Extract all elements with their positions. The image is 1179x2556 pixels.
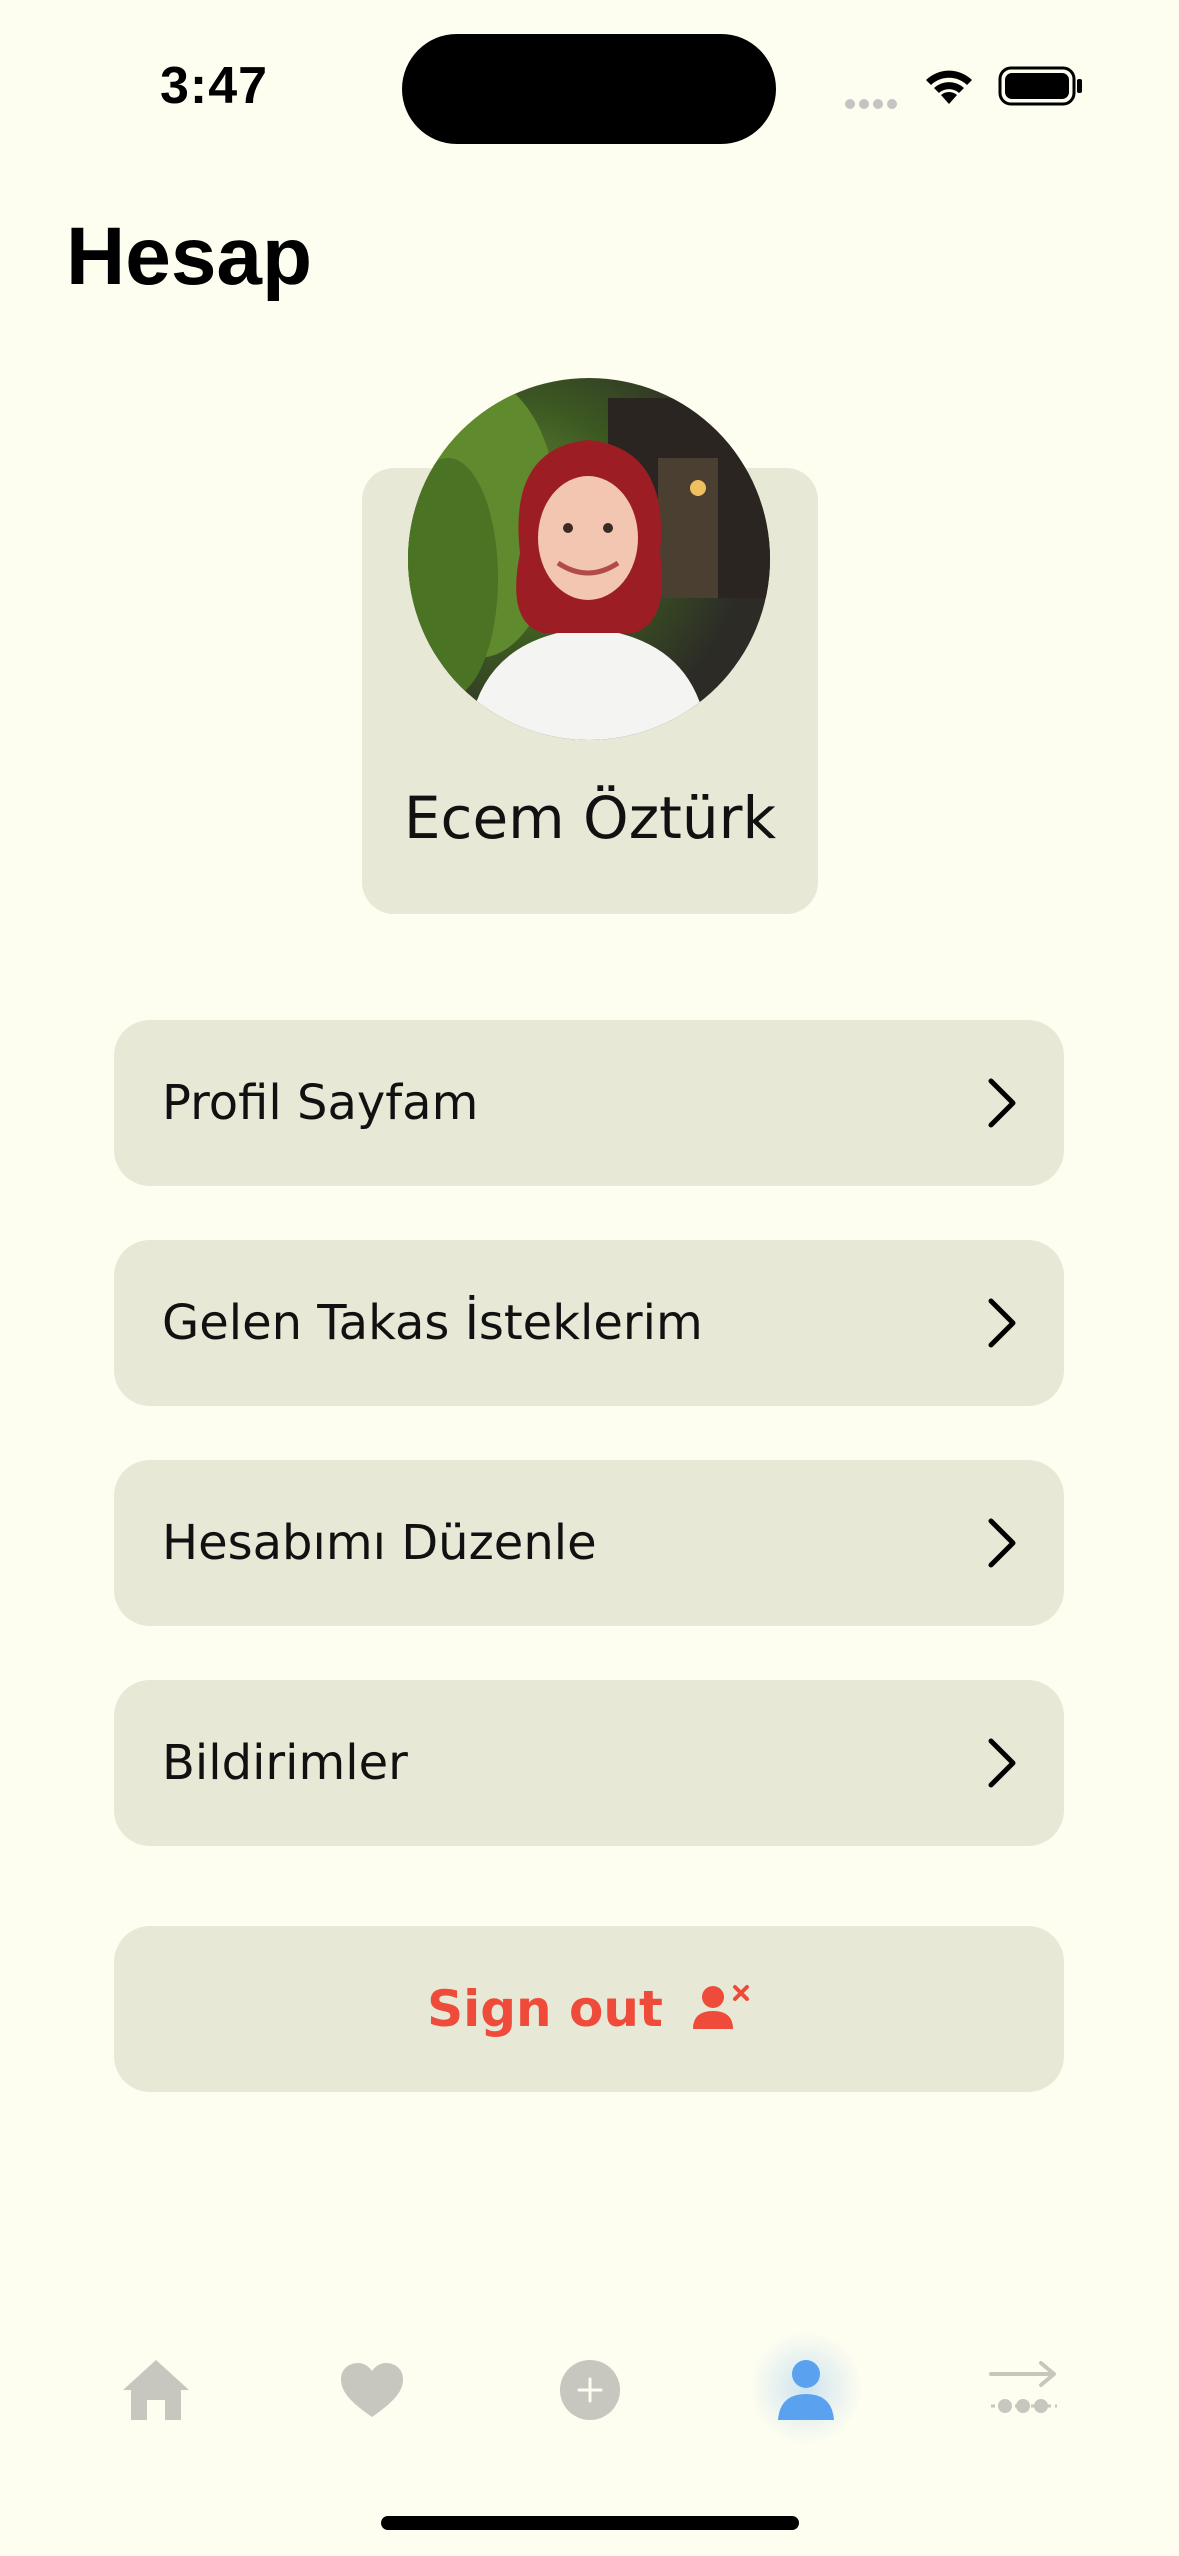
menu-item-label: Bildirimler [162, 1735, 408, 1791]
home-indicator [381, 2516, 799, 2530]
sign-out-button[interactable]: Sign out [114, 1926, 1064, 2092]
battery-icon [998, 66, 1084, 110]
page-title: Hesap [66, 211, 313, 302]
sign-out-label: Sign out [427, 1980, 663, 2038]
chevron-right-icon [986, 1517, 1018, 1569]
dynamic-island [402, 34, 776, 144]
tab-favorites[interactable] [332, 2352, 412, 2432]
menu-item-notifications[interactable]: Bildirimler [114, 1680, 1064, 1846]
menu-item-label: Hesabımı Düzenle [162, 1515, 597, 1571]
menu-item-label: Gelen Takas İsteklerim [162, 1295, 703, 1351]
profile-name: Ecem Öztürk [403, 784, 777, 852]
chevron-right-icon [986, 1297, 1018, 1349]
status-time: 3:47 [160, 57, 269, 115]
remove-user-icon [691, 1983, 751, 2035]
home-icon [121, 2358, 191, 2426]
wifi-icon [922, 64, 976, 110]
menu-item-label: Profil Sayfam [162, 1075, 479, 1131]
chevron-right-icon [986, 1737, 1018, 1789]
person-icon [776, 2358, 836, 2426]
menu-item-profile-page[interactable]: Profil Sayfam [114, 1020, 1064, 1186]
menu-item-incoming-swap-requests[interactable]: Gelen Takas İsteklerim [114, 1240, 1064, 1406]
avatar[interactable] [408, 378, 770, 740]
cellular-signal-icon [845, 94, 901, 113]
avatar-photo [408, 378, 770, 740]
tab-account[interactable] [766, 2352, 846, 2432]
tab-add[interactable] [550, 2352, 630, 2432]
menu-item-edit-account[interactable]: Hesabımı Düzenle [114, 1460, 1064, 1626]
swap-icon [989, 2360, 1059, 2424]
heart-icon [339, 2361, 405, 2423]
add-icon [559, 2359, 621, 2425]
chevron-right-icon [986, 1077, 1018, 1129]
tab-swaps[interactable] [984, 2352, 1064, 2432]
tab-home[interactable] [116, 2352, 196, 2432]
